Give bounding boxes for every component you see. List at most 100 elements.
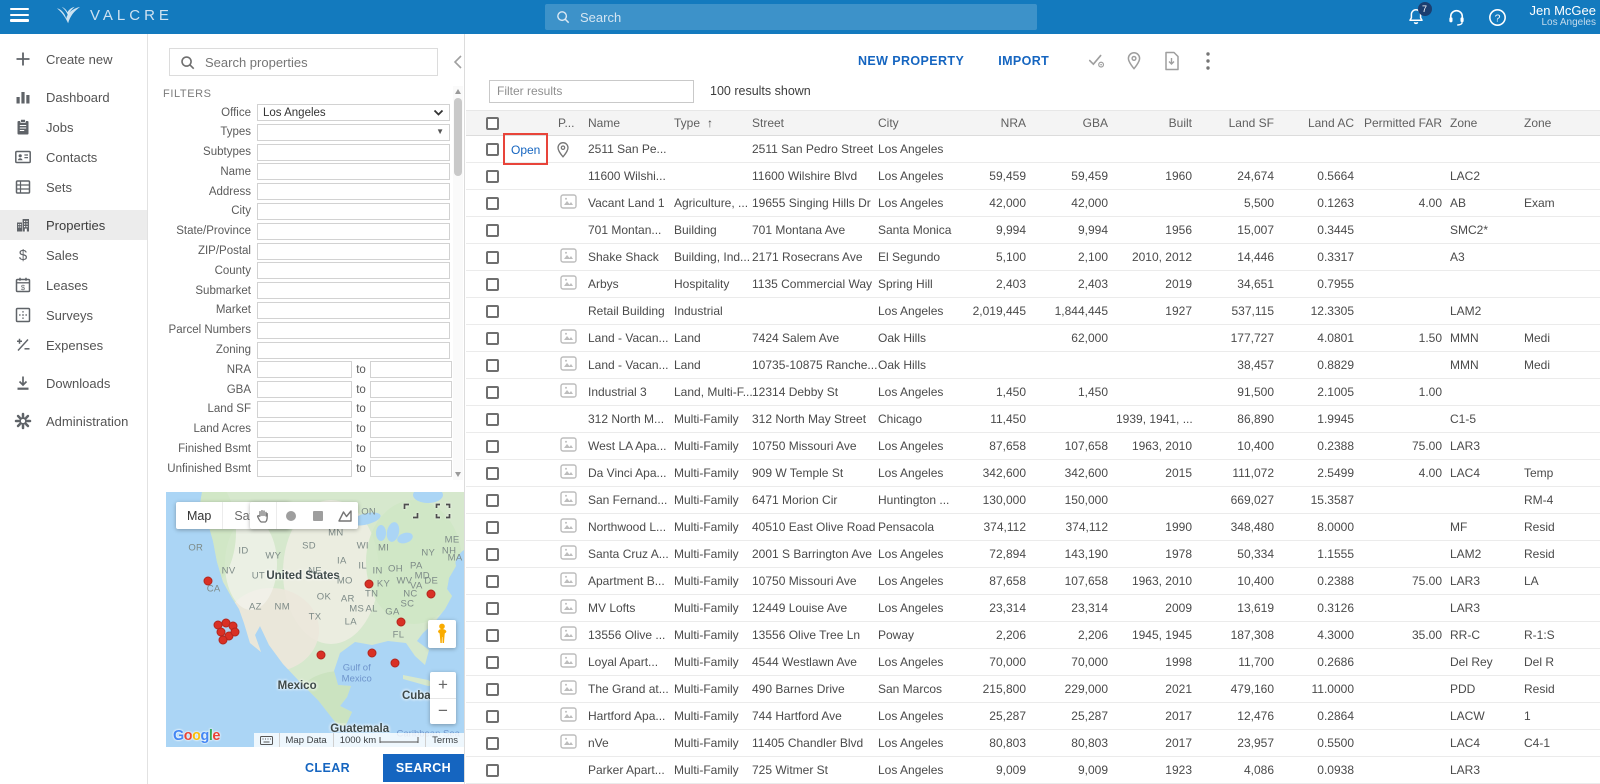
select-all-checkbox[interactable] (486, 117, 499, 131)
finished-bsmt-max-input[interactable] (370, 440, 452, 458)
search-properties-box[interactable] (169, 48, 438, 76)
column-header-name[interactable]: Name (588, 110, 674, 136)
land-sf-max-input[interactable] (370, 400, 452, 418)
search-properties-input[interactable] (205, 54, 428, 70)
sidebar-item-sets[interactable]: Sets (0, 172, 147, 202)
subtypes-input[interactable] (257, 143, 450, 161)
parcel-numbers-input[interactable] (257, 321, 450, 339)
collapse-panel-chevron-icon[interactable] (452, 54, 466, 70)
county-input[interactable] (257, 262, 450, 280)
notifications-bell-icon[interactable]: 7 (1405, 2, 1432, 28)
row-checkbox[interactable] (486, 467, 499, 481)
row-checkbox[interactable] (486, 683, 499, 697)
row-checkbox[interactable] (486, 737, 499, 751)
nra-max-input[interactable] (370, 361, 452, 379)
map-data-label[interactable]: Map Data (278, 733, 333, 747)
column-header-land_sf[interactable]: Land SF (1200, 110, 1282, 136)
row-checkbox[interactable] (486, 224, 499, 238)
gba-min-input[interactable] (257, 381, 352, 399)
finished-bsmt-min-input[interactable] (257, 440, 352, 458)
zoom-out-button[interactable]: − (430, 699, 456, 725)
row-checkbox[interactable] (486, 386, 499, 400)
row-checkbox[interactable] (486, 332, 499, 346)
expand-view-icon[interactable] (402, 502, 422, 522)
filter-results-input[interactable] (489, 79, 694, 103)
clear-button[interactable]: CLEAR (305, 761, 350, 775)
land-acres-min-input[interactable] (257, 420, 352, 438)
location-pin-icon[interactable] (555, 141, 571, 162)
row-checkbox[interactable] (486, 629, 499, 643)
sidebar-item-administration[interactable]: Administration (0, 406, 147, 436)
sidebar-item-surveys[interactable]: Surveys (0, 300, 147, 330)
sidebar-item-leases[interactable]: $ Leases (0, 270, 147, 300)
row-checkbox[interactable] (486, 575, 499, 589)
column-header-far[interactable]: Permitted FAR (1362, 110, 1450, 136)
unfinished-bsmt-min-input[interactable] (257, 460, 352, 478)
sidebar-item-properties[interactable]: Properties (0, 210, 147, 240)
row-checkbox[interactable] (486, 602, 499, 616)
column-header-city[interactable]: City (878, 110, 958, 136)
land-acres-max-input[interactable] (370, 420, 452, 438)
help-icon[interactable]: ? (1487, 6, 1509, 28)
row-checkbox[interactable] (486, 278, 499, 292)
hamburger-menu-icon[interactable] (10, 8, 32, 26)
sidebar-item-sales[interactable]: $ Sales (0, 240, 147, 270)
map-view-button[interactable]: Map (176, 502, 222, 529)
user-profile[interactable]: Jen McGee Los Angeles (1530, 4, 1598, 29)
support-icon[interactable] (1446, 6, 1468, 28)
row-checkbox[interactable] (486, 359, 499, 373)
filters-scrollbar[interactable] (453, 86, 463, 480)
search-button[interactable]: SEARCH (383, 754, 464, 782)
office-select[interactable]: Los Angeles (257, 104, 450, 121)
open-button[interactable]: Open (511, 143, 540, 157)
draw-rectangle-icon[interactable] (304, 502, 331, 529)
map-pin-icon[interactable] (1124, 51, 1144, 71)
import-button[interactable]: IMPORT (998, 54, 1049, 68)
sidebar-item-downloads[interactable]: Downloads (0, 368, 147, 398)
row-checkbox[interactable] (486, 197, 499, 211)
name-input[interactable] (257, 163, 450, 181)
fullscreen-icon[interactable] (434, 502, 454, 522)
city-input[interactable] (257, 202, 450, 220)
row-checkbox[interactable] (486, 548, 499, 562)
draw-circle-icon[interactable] (277, 502, 304, 529)
bulk-select-icon[interactable] (1087, 51, 1107, 71)
column-header-street[interactable]: Street (752, 110, 878, 136)
row-checkbox[interactable] (486, 440, 499, 454)
row-checkbox[interactable] (486, 521, 499, 535)
column-header-zone[interactable]: Zone (1450, 110, 1524, 136)
sidebar-item-create-new[interactable]: Create new (0, 44, 147, 74)
gba-max-input[interactable] (370, 381, 452, 399)
global-search-input[interactable] (580, 9, 1027, 25)
more-options-kebab-icon[interactable] (1198, 51, 1218, 71)
scroll-down-arrow-icon[interactable] (455, 472, 461, 477)
export-file-icon[interactable] (1161, 51, 1181, 71)
row-checkbox[interactable] (486, 251, 499, 265)
zoom-in-button[interactable]: + (430, 672, 456, 699)
new-property-button[interactable]: NEW PROPERTY (858, 54, 964, 68)
types-select[interactable]: ▼ (257, 123, 450, 141)
sidebar-item-dashboard[interactable]: Dashboard (0, 82, 147, 112)
row-checkbox[interactable] (486, 413, 499, 427)
sidebar-item-jobs[interactable]: Jobs (0, 112, 147, 142)
column-header-nra[interactable]: NRA (958, 110, 1034, 136)
row-checkbox[interactable] (486, 143, 499, 157)
zip-postal-input[interactable] (257, 242, 450, 260)
column-header-type[interactable]: Type ↑ (674, 110, 752, 136)
street-view-pegman-icon[interactable] (428, 620, 456, 648)
global-search[interactable] (545, 4, 1037, 30)
market-input[interactable] (257, 301, 450, 319)
column-header-built[interactable]: Built (1116, 110, 1200, 136)
sidebar-item-contacts[interactable]: Contacts (0, 142, 147, 172)
row-checkbox[interactable] (486, 710, 499, 724)
map-canvas[interactable] (166, 492, 464, 747)
valcre-logo[interactable]: VALCRE (55, 4, 173, 26)
pan-hand-icon[interactable] (250, 502, 277, 529)
column-header-ctrl[interactable] (466, 110, 558, 136)
draw-polygon-icon[interactable] (331, 502, 358, 529)
column-header-gba[interactable]: GBA (1034, 110, 1116, 136)
land-sf-min-input[interactable] (257, 400, 352, 418)
sidebar-item-expenses[interactable]: Expenses (0, 330, 147, 360)
map[interactable]: United States Mexico Cuba Guatemala Gulf of M… (166, 492, 464, 747)
scrollbar-thumb[interactable] (454, 98, 462, 176)
